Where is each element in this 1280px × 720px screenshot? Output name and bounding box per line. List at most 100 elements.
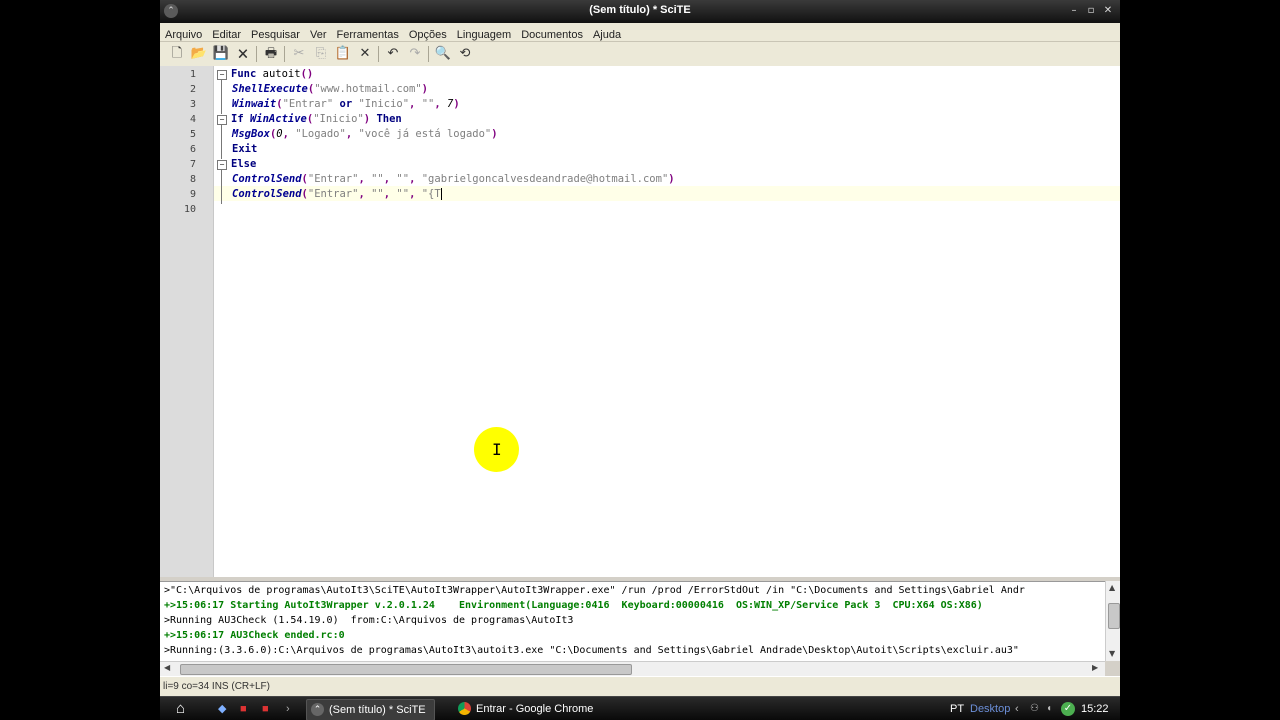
status-bar: li=9 co=34 INS (CR+LF) bbox=[160, 676, 1120, 697]
clock: 15:22 bbox=[1081, 703, 1109, 715]
replace-icon[interactable]: ⟲ bbox=[456, 45, 474, 63]
output-pane[interactable]: >"C:\Arquivos de programas\AutoIt3\SciTE… bbox=[160, 581, 1105, 662]
code-token: ) bbox=[363, 113, 377, 125]
code-line[interactable]: Exit bbox=[232, 142, 257, 157]
line-number: 10 bbox=[183, 204, 196, 215]
new-file-icon[interactable]: 🗋 bbox=[168, 45, 186, 63]
scroll-left-icon[interactable]: ◀ bbox=[164, 663, 170, 672]
code-line[interactable]: MsgBox(0, "Logado", "você já está logado… bbox=[232, 127, 498, 142]
code-token: , bbox=[409, 173, 422, 185]
code-token: MsgBox bbox=[232, 128, 270, 140]
quicklaunch-expand-icon[interactable]: › bbox=[286, 700, 290, 718]
code-token: () bbox=[300, 68, 314, 80]
menu-bar: Arquivo Editar Pesquisar Ver Ferramentas Opçõ… bbox=[160, 23, 1120, 42]
code-token: Winwait bbox=[232, 98, 277, 110]
desktop-toolbar[interactable]: Desktop bbox=[970, 700, 1010, 718]
code-token: Exit bbox=[232, 143, 258, 155]
fold-marker-icon[interactable]: − bbox=[217, 70, 227, 80]
code-token: "Inicio" bbox=[313, 113, 364, 125]
code-line[interactable]: Func autoit() bbox=[231, 67, 313, 82]
open-folder-icon[interactable]: 📂 bbox=[190, 45, 208, 63]
code-line[interactable]: ControlSend("Entrar", "", "", "gabrielgo… bbox=[232, 172, 675, 187]
scroll-down-icon[interactable]: ▼ bbox=[1109, 649, 1115, 658]
tray-expand-icon[interactable]: ‹ bbox=[1015, 700, 1019, 718]
output-line[interactable]: +>15:06:17 AU3Check ended.rc:0 bbox=[164, 628, 345, 643]
taskbar-label: (Sem título) * SciTE bbox=[329, 704, 426, 716]
code-token: "gabrielgoncalvesdeandrade@hotmail.com" bbox=[421, 173, 669, 185]
find-icon[interactable]: 🔍 bbox=[434, 45, 452, 63]
network-icon[interactable]: ⚇ bbox=[1030, 700, 1039, 718]
quicklaunch-ie-icon[interactable]: ◆ bbox=[218, 700, 226, 718]
code-token: "" bbox=[421, 98, 435, 110]
home-icon[interactable]: ⌂ bbox=[176, 700, 185, 718]
code-editor[interactable]: 1 2 3 4 5 6 7 8 9 10 Func autoit() ShellExecute("w… bbox=[160, 66, 1120, 577]
line-number: 9 bbox=[189, 189, 196, 200]
code-token: , bbox=[409, 188, 422, 200]
taskbar-button-scite[interactable]: ⌃ (Sem título) * SciTE bbox=[306, 699, 435, 720]
code-token: "" bbox=[396, 173, 410, 185]
code-token: "www.hotmail.com" bbox=[314, 83, 422, 95]
code-token: , bbox=[282, 128, 296, 140]
scite-window: ⌃ (Sem título) * SciTE – ▫ ✕ Arquivo Edit… bbox=[160, 0, 1120, 720]
code-line[interactable]: Else bbox=[231, 157, 256, 172]
line-number: 4 bbox=[189, 114, 196, 125]
title-bar[interactable]: ⌃ (Sem título) * SciTE – ▫ ✕ bbox=[160, 0, 1120, 23]
line-number: 8 bbox=[189, 174, 196, 185]
fold-line bbox=[221, 170, 222, 204]
print-icon[interactable]: 🖶 bbox=[262, 45, 280, 63]
scroll-up-icon[interactable]: ▲ bbox=[1109, 583, 1115, 592]
close-icon[interactable]: ✕ bbox=[1102, 5, 1114, 17]
copy-icon[interactable]: ⎘ bbox=[312, 45, 330, 63]
code-line[interactable]: ShellExecute("www.hotmail.com") bbox=[232, 82, 428, 97]
paste-icon[interactable]: 📋 bbox=[334, 45, 352, 63]
code-token: , bbox=[383, 188, 397, 200]
code-token: , bbox=[434, 98, 448, 110]
save-icon[interactable]: 💾 bbox=[212, 45, 230, 63]
volume-icon[interactable]: ◖ bbox=[1046, 700, 1052, 718]
code-token: ) bbox=[491, 128, 498, 140]
fold-marker-icon[interactable]: − bbox=[217, 160, 227, 170]
code-line[interactable]: ControlSend("Entrar", "", "", "{T bbox=[232, 187, 442, 202]
scroll-thumb[interactable] bbox=[180, 664, 632, 675]
code-line[interactable]: Winwait("Entrar" or "Inicio", "", 7) bbox=[232, 97, 460, 112]
line-number: 3 bbox=[189, 99, 196, 110]
output-line[interactable]: >Running AU3Check (1.54.19.0) from:C:\Ar… bbox=[164, 613, 573, 628]
code-line[interactable]: If WinActive("Inicio") Then bbox=[231, 112, 402, 127]
toolbar-separator bbox=[284, 46, 285, 62]
code-token: ) bbox=[668, 173, 675, 185]
code-token: "Logado" bbox=[295, 128, 346, 140]
security-check-icon[interactable]: ✓ bbox=[1061, 702, 1075, 716]
output-vertical-scrollbar[interactable]: ▲ ▼ bbox=[1105, 581, 1120, 661]
undo-icon[interactable]: ↶ bbox=[384, 45, 402, 63]
output-horizontal-scrollbar[interactable]: ◀ ▶ bbox=[160, 661, 1105, 676]
code-token: "Entrar" bbox=[307, 173, 359, 185]
line-number: 7 bbox=[189, 159, 196, 170]
code-token: ShellExecute bbox=[232, 83, 308, 95]
chrome-icon bbox=[458, 702, 471, 715]
output-line[interactable]: >"C:\Arquivos de programas\AutoIt3\SciTE… bbox=[164, 583, 1025, 598]
taskbar-button-chrome[interactable]: Entrar - Google Chrome bbox=[454, 699, 601, 719]
cut-icon[interactable]: ✂ bbox=[290, 45, 308, 63]
code-token: ControlSend bbox=[232, 173, 302, 185]
taskbar-label: Entrar - Google Chrome bbox=[476, 703, 594, 715]
code-token: "" bbox=[371, 188, 384, 200]
code-token: or bbox=[333, 98, 359, 110]
maximize-icon[interactable]: ▫ bbox=[1085, 5, 1097, 17]
scroll-thumb[interactable] bbox=[1108, 603, 1120, 629]
quicklaunch-app-icon[interactable]: ■ bbox=[240, 700, 247, 718]
code-token: Func bbox=[231, 68, 257, 80]
quicklaunch-app-icon[interactable]: ■ bbox=[262, 700, 269, 718]
scroll-right-icon[interactable]: ▶ bbox=[1092, 663, 1098, 672]
fold-line bbox=[221, 80, 222, 114]
minimize-icon[interactable]: – bbox=[1068, 5, 1080, 17]
close-file-icon[interactable]: 🗙 bbox=[234, 45, 252, 63]
output-line[interactable]: >Running:(3.3.6.0):C:\Arquivos de progra… bbox=[164, 643, 1019, 658]
code-token: "" bbox=[371, 173, 384, 185]
redo-icon[interactable]: ↷ bbox=[406, 45, 424, 63]
toolbar-separator bbox=[428, 46, 429, 62]
language-indicator[interactable]: PT bbox=[950, 700, 964, 718]
code-token: ) bbox=[421, 83, 428, 95]
fold-marker-icon[interactable]: − bbox=[217, 115, 227, 125]
delete-icon[interactable]: ✕ bbox=[356, 45, 374, 63]
output-line[interactable]: +>15:06:17 Starting AutoIt3Wrapper v.2.0… bbox=[164, 598, 983, 613]
